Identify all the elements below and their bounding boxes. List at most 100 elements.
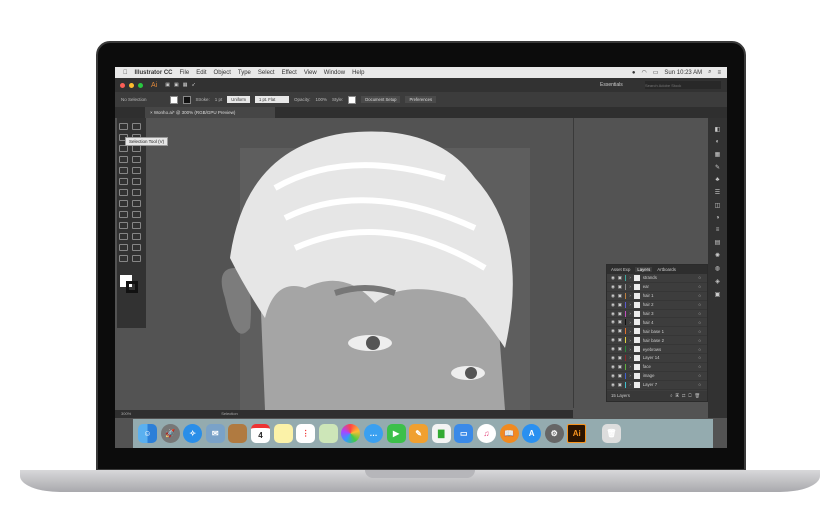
target-icon[interactable]: ○ [698, 320, 701, 325]
mesh-tool-icon[interactable] [119, 222, 128, 229]
layer-row[interactable]: ◉ ▣ › hair base 2 ○ [607, 336, 707, 346]
expand-arrow-icon[interactable]: › [629, 311, 630, 316]
expand-arrow-icon[interactable]: › [629, 364, 630, 369]
gradient-tool-icon[interactable] [132, 222, 141, 229]
ibooks-icon[interactable]: 📖 [499, 424, 519, 443]
opacity-value[interactable]: 100% [315, 97, 327, 102]
mail-icon[interactable]: ✉ [205, 424, 225, 443]
visibility-eye-icon[interactable]: ◉ [611, 337, 615, 343]
appearance-icon[interactable]: ✺ [715, 252, 720, 259]
layer-row[interactable]: ◉ ▣ › hair 4 ○ [607, 318, 707, 328]
menu-window[interactable]: Window [324, 70, 345, 76]
expand-arrow-icon[interactable]: › [629, 382, 630, 387]
menu-file[interactable]: File [180, 70, 190, 76]
visibility-eye-icon[interactable]: ◉ [611, 382, 615, 388]
target-icon[interactable]: ○ [698, 275, 701, 280]
target-icon[interactable]: ○ [698, 311, 701, 316]
target-icon[interactable]: ○ [698, 329, 701, 334]
expand-arrow-icon[interactable]: › [629, 329, 630, 334]
target-icon[interactable]: ○ [698, 373, 701, 378]
preferences-button[interactable]: Preferences [405, 96, 437, 103]
layer-row[interactable]: ◉ ▣ › hair 2 ○ [607, 301, 707, 310]
menu-type[interactable]: Type [238, 70, 251, 76]
zoom-button[interactable] [138, 82, 143, 88]
fill-swatch[interactable] [169, 95, 178, 104]
lock-icon[interactable]: ▣ [618, 346, 622, 352]
visibility-eye-icon[interactable]: ◉ [611, 364, 615, 370]
line-tool-icon[interactable] [132, 156, 141, 163]
close-button[interactable] [120, 82, 125, 88]
blend-tool-icon[interactable] [132, 233, 141, 240]
perspective-tool-icon[interactable] [132, 211, 141, 218]
arrange-icon[interactable]: ▦ [183, 82, 188, 88]
layer-row[interactable]: ◉ ▣ › ear ○ [607, 283, 707, 292]
bridge-icon[interactable]: ▣ [165, 82, 170, 88]
numbers-icon[interactable]: ▇ [431, 424, 451, 443]
target-icon[interactable]: ○ [698, 302, 701, 307]
minimize-button[interactable] [129, 82, 134, 88]
expand-arrow-icon[interactable]: › [629, 338, 630, 343]
color-icon[interactable]: ◐ [716, 139, 720, 145]
layer-row[interactable]: ◉ ▣ › hair 3 ○ [607, 310, 707, 319]
symbols-icon[interactable]: ♣ [716, 177, 720, 183]
visibility-eye-icon[interactable]: ◉ [611, 311, 615, 317]
hand-tool-icon[interactable] [119, 255, 128, 262]
app-menu[interactable]: Illustrator CC [135, 70, 173, 76]
selection-tool-icon[interactable] [119, 123, 128, 130]
zoom-tool-icon[interactable] [132, 255, 141, 262]
layer-row[interactable]: ◉ ▣ › eyebrows ○ [607, 345, 707, 355]
target-icon[interactable]: ○ [698, 338, 701, 343]
target-icon[interactable]: ○ [698, 364, 701, 369]
visibility-eye-icon[interactable]: ◉ [611, 293, 615, 299]
lock-icon[interactable]: ▣ [618, 302, 622, 308]
type-tool-icon[interactable] [119, 156, 128, 163]
direct-selection-tool-icon[interactable] [132, 123, 141, 130]
pages-icon[interactable]: ✎ [409, 424, 429, 443]
shape-builder-tool-icon[interactable] [119, 211, 128, 218]
pen-tool-icon[interactable] [119, 145, 128, 152]
lock-icon[interactable]: ▣ [618, 337, 622, 343]
creative-cloud-icon[interactable]: ● [632, 70, 636, 76]
graphic-styles-icon[interactable]: ◍ [715, 265, 720, 272]
rotate-tool-icon[interactable] [119, 189, 128, 196]
reminders-icon[interactable]: ⋮ [296, 424, 316, 443]
battery-icon[interactable]: ▭ [653, 69, 659, 76]
expand-arrow-icon[interactable]: › [629, 293, 630, 298]
width-tool-icon[interactable] [119, 200, 128, 207]
tab-asset-export[interactable]: Asset Exp [611, 267, 630, 272]
menu-edit[interactable]: Edit [196, 70, 206, 76]
contacts-icon[interactable] [228, 424, 248, 443]
rectangle-tool-icon[interactable] [119, 167, 128, 174]
stroke-swatch[interactable] [182, 95, 191, 104]
illustrator-icon[interactable]: Ai [567, 424, 587, 443]
pathfinder-icon[interactable]: ◫ [715, 202, 721, 209]
expand-arrow-icon[interactable]: › [629, 284, 630, 289]
workspace-switcher[interactable]: Essentials [600, 82, 623, 88]
visibility-eye-icon[interactable]: ◉ [611, 328, 615, 334]
zoom-level[interactable]: 300% [121, 411, 131, 416]
finder-icon[interactable]: ☺ [138, 424, 157, 443]
layer-row[interactable]: ◉ ▣ › Layer 14 ○ [607, 354, 707, 363]
messages-icon[interactable]: … [363, 424, 383, 443]
layer-row[interactable]: ◉ ▣ › Layer 7 ○ [607, 381, 707, 390]
scale-tool-icon[interactable] [132, 189, 141, 196]
eyedropper-tool-icon[interactable] [119, 233, 128, 240]
visibility-eye-icon[interactable]: ◉ [611, 373, 615, 379]
graph-tool-icon[interactable] [132, 244, 141, 251]
layer-actions[interactable]: ⌕▣⇄▢🗑 [670, 391, 703, 401]
visibility-eye-icon[interactable]: ◉ [611, 284, 615, 290]
menu-effect[interactable]: Effect [282, 70, 297, 76]
layer-row[interactable]: ◉ ▣ › hair 1 ○ [607, 292, 707, 301]
free-transform-tool-icon[interactable] [132, 200, 141, 207]
layer-row[interactable]: ◉ ▣ › face ○ [607, 363, 707, 372]
itunes-icon[interactable]: ♫ [476, 424, 496, 443]
stock-icon[interactable]: ▣ [174, 82, 179, 88]
stroke-color-swatch[interactable] [126, 281, 138, 293]
lock-icon[interactable]: ▣ [618, 328, 622, 334]
artboards-icon[interactable]: ▣ [715, 291, 721, 298]
gradient-icon[interactable]: ▤ [715, 239, 721, 246]
curvature-tool-icon[interactable] [132, 145, 141, 152]
lock-icon[interactable]: ▣ [618, 382, 622, 388]
variable-width-profile[interactable]: Uniform [227, 96, 250, 103]
system-preferences-icon[interactable]: ⚙ [544, 424, 564, 443]
